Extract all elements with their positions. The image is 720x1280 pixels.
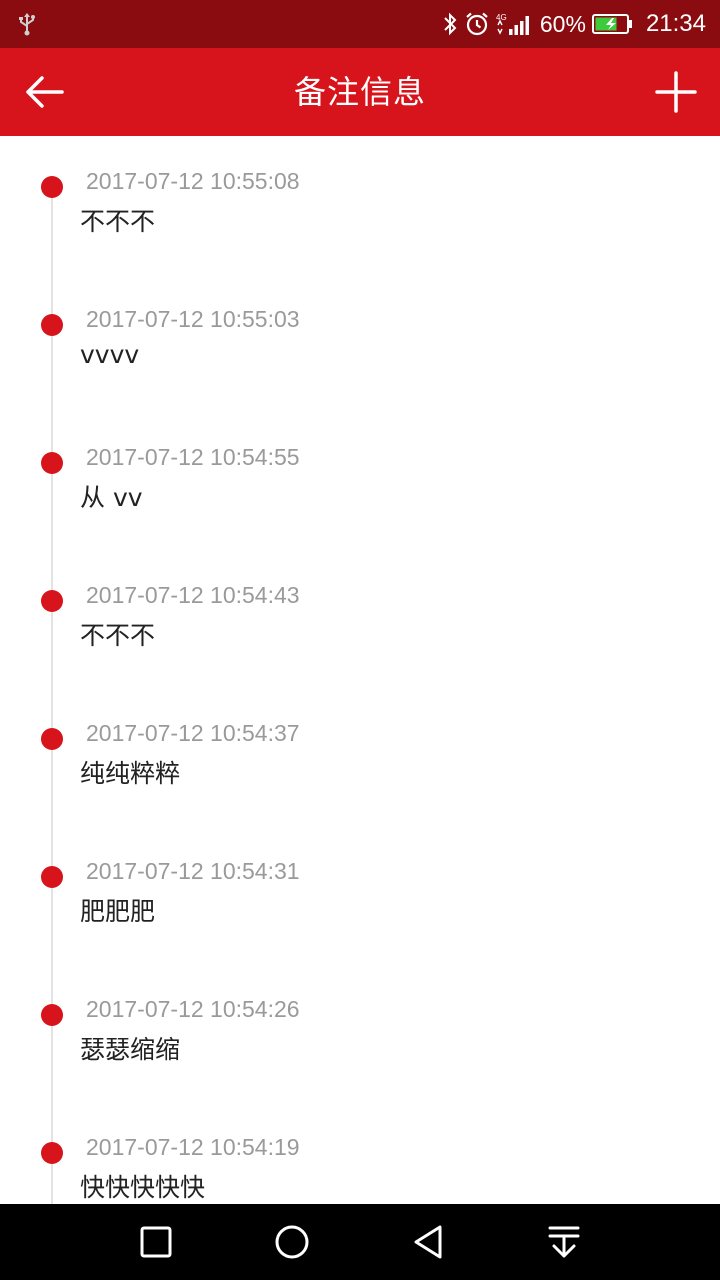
note-text: 不不不 [80, 207, 156, 236]
note-timestamp: 2017-07-12 10:54:43 [86, 582, 300, 608]
svg-text:4G: 4G [496, 13, 507, 22]
timeline-dot [41, 176, 63, 198]
back-nav-button[interactable] [402, 1216, 454, 1268]
page-title: 备注信息 [293, 73, 426, 111]
plus-icon [655, 71, 697, 113]
notification-pulldown-icon [548, 1226, 580, 1258]
note-text: 从 vv [80, 483, 143, 512]
status-clock: 21:34 [645, 10, 706, 37]
note-text: vvvv [80, 340, 140, 369]
battery-charging-icon [591, 14, 632, 34]
timeline-dot [41, 314, 63, 336]
note-text: 瑟瑟缩缩 [80, 1035, 181, 1064]
note-item[interactable]: 2017-07-12 10:54:37 纯纯粹粹 [0, 688, 720, 826]
recents-button[interactable] [130, 1216, 182, 1268]
bluetooth-icon [444, 12, 457, 36]
timeline-dot [41, 728, 63, 750]
timeline-dot [41, 452, 63, 474]
home-circle-icon [275, 1225, 309, 1259]
add-note-button[interactable] [646, 62, 706, 122]
screen: 4G 60% 21:34 备注信息 2017-07-12 10:55:08 不不… [0, 0, 720, 1280]
note-timestamp: 2017-07-12 10:54:31 [86, 858, 300, 884]
status-icons: 4G 60% 21:34 [442, 0, 706, 48]
note-timestamp: 2017-07-12 10:54:26 [86, 996, 300, 1022]
usb-icon [19, 13, 35, 36]
note-item[interactable]: 2017-07-12 10:55:08 不不不 [0, 136, 720, 274]
system-nav-bar [0, 1204, 720, 1280]
note-item[interactable]: 2017-07-12 10:54:26 瑟瑟缩缩 [0, 964, 720, 1102]
note-timestamp: 2017-07-12 10:54:19 [86, 1134, 300, 1160]
note-timestamp: 2017-07-12 10:55:03 [86, 306, 300, 332]
home-button[interactable] [266, 1216, 318, 1268]
note-item[interactable]: 2017-07-12 10:54:55 从 vv [0, 412, 720, 550]
note-item[interactable]: 2017-07-12 10:54:19 快快快快快 [0, 1102, 720, 1204]
note-text: 快快快快快 [80, 1173, 206, 1202]
note-timestamp: 2017-07-12 10:54:37 [86, 720, 300, 746]
note-item[interactable]: 2017-07-12 10:55:03 vvvv [0, 274, 720, 412]
note-text: 纯纯粹粹 [80, 759, 181, 788]
note-item[interactable]: 2017-07-12 10:54:43 不不不 [0, 550, 720, 688]
timeline-dot [41, 1004, 63, 1026]
signal-icon: 4G [496, 13, 529, 35]
note-text: 不不不 [80, 621, 156, 650]
alarm-icon [466, 12, 488, 36]
note-text: 肥肥肥 [80, 897, 156, 926]
timeline-dot [41, 590, 63, 612]
timeline-dot [41, 1142, 63, 1164]
status-bar: 4G 60% 21:34 [0, 0, 720, 48]
note-item[interactable]: 2017-07-12 10:54:31 肥肥肥 [0, 826, 720, 964]
notes-timeline[interactable]: 2017-07-12 10:55:08 不不不 2017-07-12 10:55… [0, 136, 720, 1204]
notification-pulldown-button[interactable] [538, 1216, 590, 1268]
note-timestamp: 2017-07-12 10:54:55 [86, 444, 300, 470]
back-triangle-icon [414, 1225, 442, 1259]
recents-square-icon [140, 1226, 172, 1258]
app-bar: 备注信息 [0, 48, 720, 136]
note-timestamp: 2017-07-12 10:55:08 [86, 168, 300, 194]
battery-percent: 60% [539, 11, 586, 37]
timeline-dot [41, 866, 63, 888]
